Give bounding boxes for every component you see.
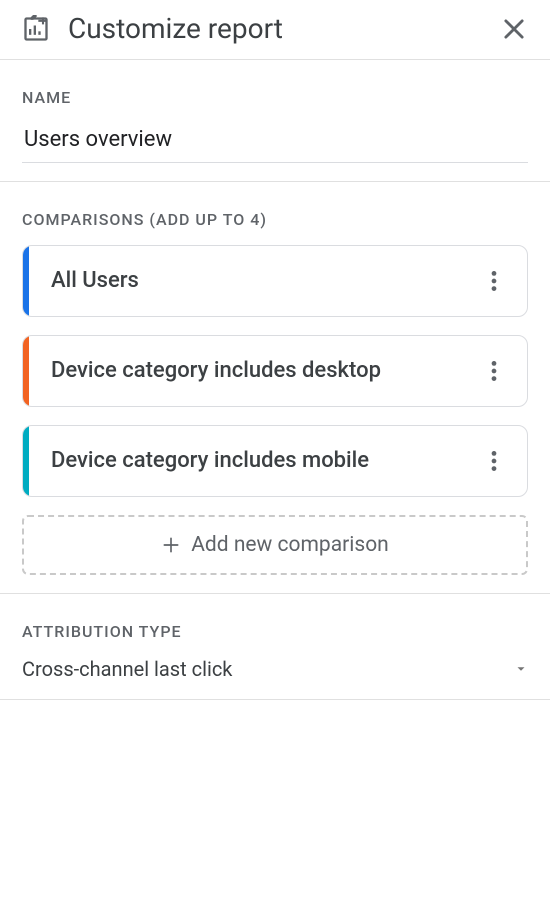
attribution-select[interactable]: Cross-channel last click bbox=[22, 657, 528, 681]
comparisons-section: COMPARISONS (ADD UP TO 4) All Users Devi… bbox=[0, 182, 550, 594]
add-comparison-button[interactable]: Add new comparison bbox=[22, 515, 528, 575]
panel-title: Customize report bbox=[68, 12, 500, 45]
comparison-card[interactable]: Device category includes desktop bbox=[22, 335, 528, 407]
report-name-input[interactable] bbox=[22, 123, 528, 163]
more-vert-icon[interactable] bbox=[481, 358, 507, 384]
name-section: NAME bbox=[0, 60, 550, 182]
caret-down-icon bbox=[514, 662, 528, 676]
add-comparison-label: Add new comparison bbox=[191, 533, 389, 557]
more-vert-icon[interactable] bbox=[481, 448, 507, 474]
name-label: NAME bbox=[22, 88, 528, 107]
comparison-label: Device category includes mobile bbox=[29, 426, 481, 496]
attribution-label: ATTRIBUTION TYPE bbox=[22, 622, 528, 641]
comparisons-label: COMPARISONS (ADD UP TO 4) bbox=[22, 210, 528, 229]
comparison-card[interactable]: All Users bbox=[22, 245, 528, 317]
panel-header: Customize report bbox=[0, 0, 550, 60]
comparison-card[interactable]: Device category includes mobile bbox=[22, 425, 528, 497]
comparison-label: All Users bbox=[29, 246, 481, 316]
more-vert-icon[interactable] bbox=[481, 268, 507, 294]
attribution-value: Cross-channel last click bbox=[22, 657, 232, 681]
attribution-section: ATTRIBUTION TYPE Cross-channel last clic… bbox=[0, 594, 550, 700]
plus-icon bbox=[161, 535, 181, 555]
close-icon[interactable] bbox=[500, 15, 528, 43]
chart-edit-icon bbox=[22, 15, 50, 43]
comparison-label: Device category includes desktop bbox=[29, 336, 481, 406]
